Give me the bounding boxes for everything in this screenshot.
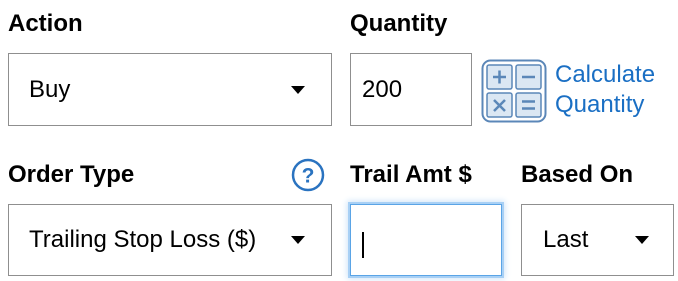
text-cursor	[362, 232, 364, 258]
trail-amt-label: Trail Amt $	[350, 161, 472, 188]
order-type-select[interactable]: Trailing Stop Loss ($)	[8, 204, 332, 276]
based-on-select[interactable]: Last	[521, 204, 674, 276]
quantity-label: Quantity	[350, 10, 448, 37]
calculator-icon[interactable]	[481, 59, 547, 123]
order-type-label: Order Type	[8, 161, 135, 188]
calculate-link-line2: Quantity	[555, 91, 645, 118]
order-type-select-value: Trailing Stop Loss ($)	[29, 226, 257, 253]
help-icon[interactable]: ?	[291, 158, 325, 192]
based-on-label: Based On	[521, 161, 634, 188]
help-icon-glyph: ?	[302, 165, 315, 188]
quantity-input-value: 200	[362, 75, 403, 103]
calculate-link-line1: Calculate	[555, 61, 656, 88]
quantity-input[interactable]: 200	[350, 53, 472, 126]
action-select[interactable]: Buy	[8, 53, 332, 126]
action-label: Action	[8, 10, 83, 37]
trail-amt-input[interactable]	[350, 204, 502, 276]
calculate-quantity-link[interactable]: Calculate Quantity	[555, 60, 655, 120]
chevron-down-icon	[291, 236, 305, 244]
chevron-down-icon	[291, 85, 305, 94]
based-on-select-value: Last	[543, 226, 589, 253]
action-select-value: Buy	[29, 75, 71, 103]
chevron-down-icon	[635, 236, 649, 244]
